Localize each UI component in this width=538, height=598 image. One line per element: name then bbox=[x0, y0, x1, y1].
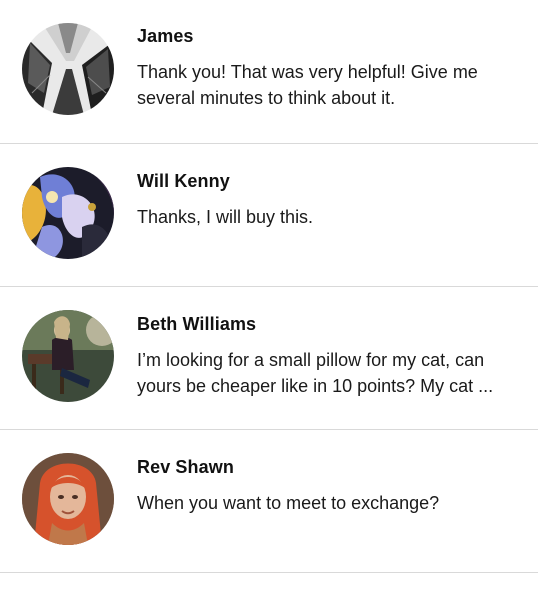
sender-name: Rev Shawn bbox=[137, 457, 234, 477]
avatar[interactable] bbox=[22, 23, 114, 115]
sender-name: Will Kenny bbox=[137, 171, 230, 191]
message-preview: Thanks, I will buy this. bbox=[137, 207, 314, 227]
conversation-row[interactable]: Will Kenny Thanks, I will buy this. bbox=[0, 144, 538, 287]
abstract-paint-photo bbox=[22, 167, 114, 259]
avatar[interactable] bbox=[22, 453, 114, 545]
woman-on-bench-photo bbox=[22, 310, 114, 402]
avatar[interactable] bbox=[22, 167, 114, 259]
sender-name: James bbox=[137, 26, 194, 46]
conversation-row[interactable]: James Thank you! That was very helpful! … bbox=[0, 0, 538, 144]
conversation-row[interactable]: Rev Shawn When you want to meet to excha… bbox=[0, 430, 538, 573]
message-preview: Thank you! That was very helpful! Give m… bbox=[137, 62, 478, 108]
skyscrapers-photo bbox=[22, 23, 114, 115]
sender-name: Beth Williams bbox=[137, 314, 257, 334]
conversation-list: James Thank you! That was very helpful! … bbox=[0, 0, 538, 573]
avatar[interactable] bbox=[22, 310, 114, 402]
message-preview: When you want to meet to exchange? bbox=[137, 493, 440, 513]
message-preview: I’m looking for a small pillow for my ca… bbox=[137, 350, 494, 396]
conversation-row[interactable]: Beth Williams I’m looking for a small pi… bbox=[0, 287, 538, 430]
woman-red-hair-photo bbox=[22, 453, 114, 545]
